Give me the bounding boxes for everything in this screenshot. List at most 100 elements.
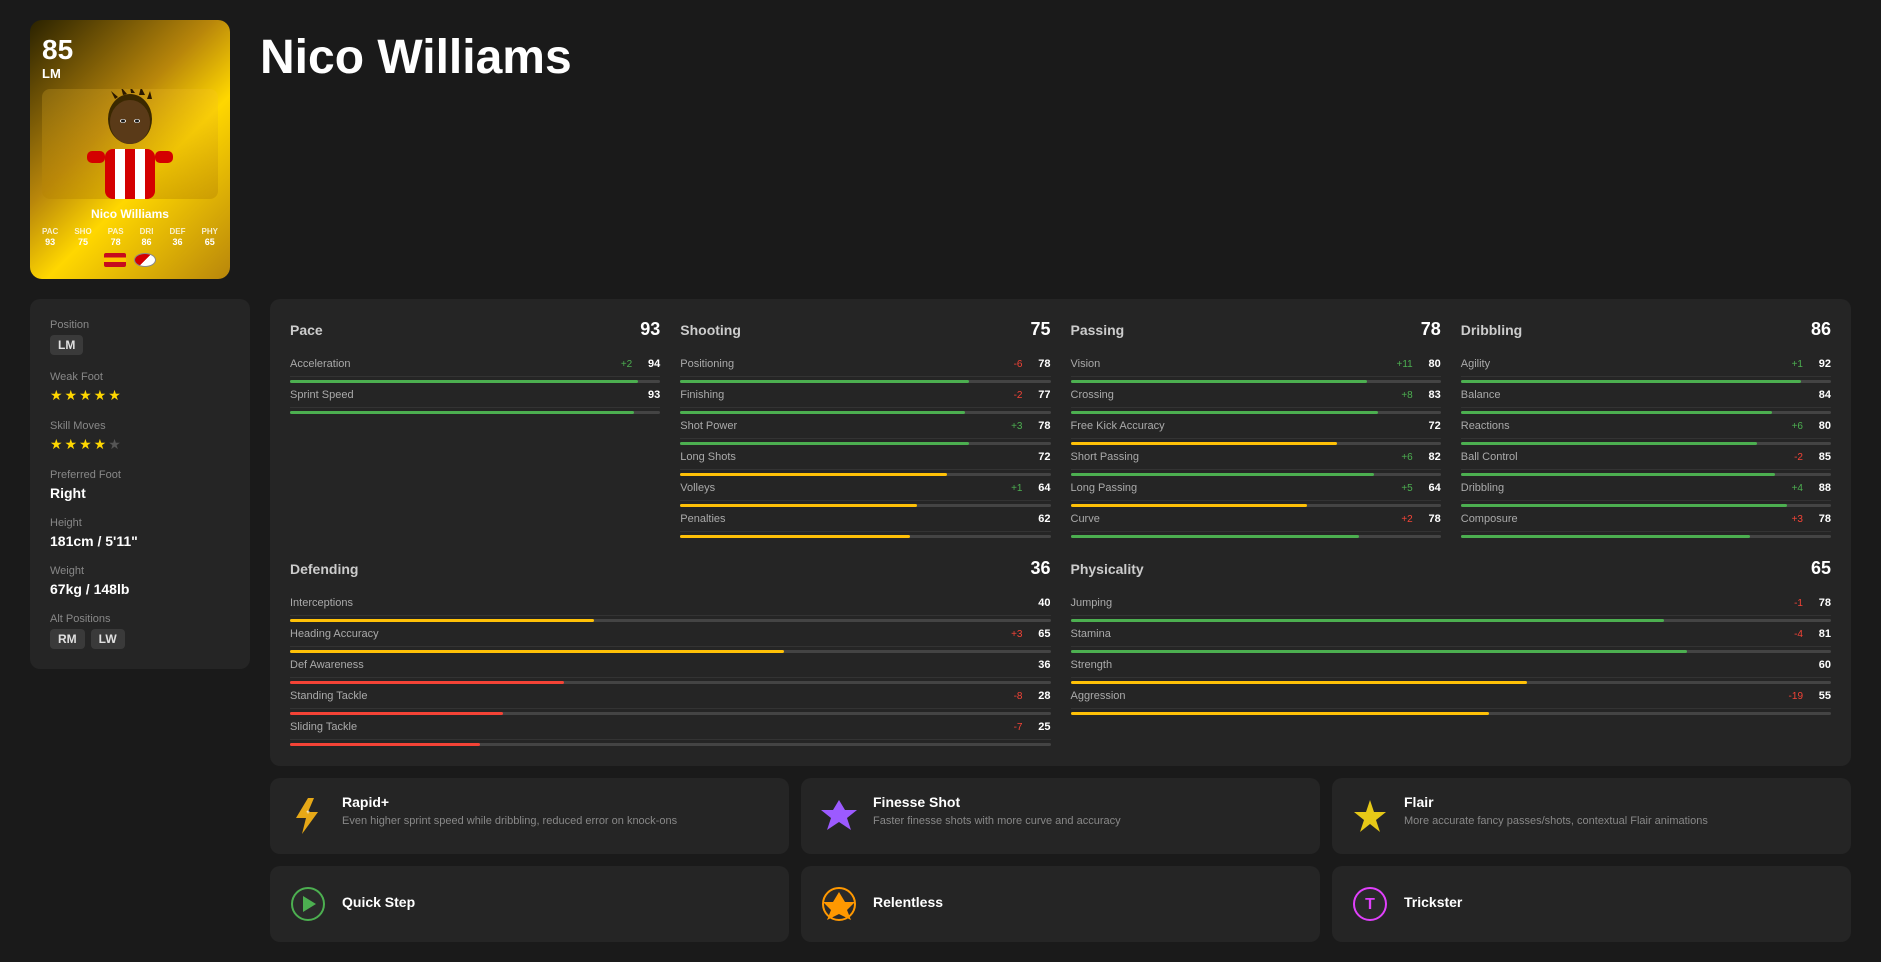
preferred-foot-label: Preferred Foot — [50, 469, 230, 481]
player-name-title: Nico Williams — [260, 20, 1851, 85]
stat-category-passing: Passing 78 Vision +11 80 Crossing +8 83 — [1071, 319, 1441, 538]
height-section: Height 181cm / 5'11" — [50, 517, 230, 549]
stats-categories-bottom: Defending 36 Interceptions 40 Heading Ac… — [290, 558, 1831, 746]
right-panel: Pace 93 Acceleration +2 94 Sprint Speed … — [270, 299, 1851, 942]
rapid-name: Rapid+ — [342, 794, 677, 810]
rapid-desc: Even higher sprint speed while dribbling… — [342, 814, 677, 829]
card-stat-sho: SHO 75 — [74, 227, 91, 249]
stat-row-heading-accuracy: Heading Accuracy +3 65 — [290, 622, 1051, 647]
card-stat-pac: PAC 93 — [42, 227, 58, 249]
stats-categories-top: Pace 93 Acceleration +2 94 Sprint Speed … — [290, 319, 1831, 538]
stat-row-acceleration: Acceleration +2 94 — [290, 352, 660, 377]
page-header: 85 LM — [30, 20, 1851, 279]
stat-row-standing-tackle: Standing Tackle -8 28 — [290, 684, 1051, 709]
club-badge — [134, 253, 156, 267]
defending-title: Defending 36 — [290, 558, 1051, 579]
spain-flag — [104, 253, 126, 267]
card-stats-row: PAC 93 SHO 75 PAS 78 DRI 86 DEF 36 PHY 6… — [42, 227, 218, 249]
flair-name: Flair — [1404, 794, 1708, 810]
finesse-shot-desc: Faster finesse shots with more curve and… — [873, 814, 1121, 829]
stat-category-pace: Pace 93 Acceleration +2 94 Sprint Speed … — [290, 319, 660, 538]
stat-row-strength: Strength 60 — [1071, 653, 1832, 678]
finesse-shot-icon — [817, 794, 861, 838]
position-section: Position LM — [50, 319, 230, 355]
position-badge: LM — [50, 335, 83, 355]
card-position: LM — [42, 66, 218, 81]
card-player-name: Nico Williams — [42, 207, 218, 221]
alt-pos-lw: LW — [91, 629, 125, 649]
stat-row-volleys: Volleys +1 64 — [680, 476, 1050, 501]
stat-row-agility: Agility +1 92 — [1461, 352, 1831, 377]
relentless-icon — [817, 882, 861, 926]
stat-row-vision: Vision +11 80 — [1071, 352, 1441, 377]
skill-moves-stars: ★★★★★ — [50, 436, 230, 453]
pace-title: Pace 93 — [290, 319, 660, 340]
trait-quick-step: Quick Step — [270, 866, 789, 942]
quick-step-icon — [286, 882, 330, 926]
shooting-title: Shooting 75 — [680, 319, 1050, 340]
stat-category-dribbling: Dribbling 86 Agility +1 92 Balance 84 — [1461, 319, 1831, 538]
weak-foot-label: Weak Foot — [50, 371, 230, 383]
stat-category-shooting: Shooting 75 Positioning -6 78 Finishing … — [680, 319, 1050, 538]
alt-positions-label: Alt Positions — [50, 613, 230, 625]
skill-moves-section: Skill Moves ★★★★★ — [50, 420, 230, 453]
player-photo — [42, 89, 218, 199]
traits-section: + Rapid+ Even higher sprint speed while … — [270, 778, 1851, 854]
card-stat-pas: PAS 78 — [108, 227, 124, 249]
stat-row-crossing: Crossing +8 83 — [1071, 383, 1441, 408]
stat-row-stamina: Stamina -4 81 — [1071, 622, 1832, 647]
alt-pos-rm: RM — [50, 629, 85, 649]
trait-flair: Flair More accurate fancy passes/shots, … — [1332, 778, 1851, 854]
stat-row-positioning: Positioning -6 78 — [680, 352, 1050, 377]
main-content: Position LM Weak Foot ★★★★★ Skill Moves … — [30, 299, 1851, 942]
stat-row-balance: Balance 84 — [1461, 383, 1831, 408]
stat-category-physicality: Physicality 65 Jumping -1 78 Stamina -4 … — [1071, 558, 1832, 746]
weight-label: Weight — [50, 565, 230, 577]
stat-row-interceptions: Interceptions 40 — [290, 591, 1051, 616]
position-label: Position — [50, 319, 230, 331]
card-stat-def: DEF 36 — [169, 227, 185, 249]
bottom-traits-section: Quick Step Relentless T T — [270, 866, 1851, 942]
height-label: Height — [50, 517, 230, 529]
stats-grid-top: Pace 93 Acceleration +2 94 Sprint Speed … — [270, 299, 1851, 766]
flair-info: Flair More accurate fancy passes/shots, … — [1404, 794, 1708, 829]
stat-row-aggression: Aggression -19 55 — [1071, 684, 1832, 709]
stat-row-reactions: Reactions +6 80 — [1461, 414, 1831, 439]
info-card: Position LM Weak Foot ★★★★★ Skill Moves … — [30, 299, 250, 669]
quick-step-name: Quick Step — [342, 894, 415, 910]
stat-row-shot-power: Shot Power +3 78 — [680, 414, 1050, 439]
weak-foot-section: Weak Foot ★★★★★ — [50, 371, 230, 404]
stat-row-sprint-speed: Sprint Speed 93 — [290, 383, 660, 408]
preferred-foot-value: Right — [50, 485, 230, 501]
stat-row-jumping: Jumping -1 78 — [1071, 591, 1832, 616]
stat-row-long-shots: Long Shots 72 — [680, 445, 1050, 470]
weight-section: Weight 67kg / 148lb — [50, 565, 230, 597]
weight-value: 67kg / 148lb — [50, 581, 230, 597]
rapid-icon: + — [286, 794, 330, 838]
left-panel: Position LM Weak Foot ★★★★★ Skill Moves … — [30, 299, 250, 942]
stat-row-def-awareness: Def Awareness 36 — [290, 653, 1051, 678]
stat-row-free-kick: Free Kick Accuracy 72 — [1071, 414, 1441, 439]
card-stat-phy: PHY 65 — [202, 227, 218, 249]
alt-positions-badges: RM LW — [50, 629, 230, 649]
stat-category-defending: Defending 36 Interceptions 40 Heading Ac… — [290, 558, 1051, 746]
rapid-info: Rapid+ Even higher sprint speed while dr… — [342, 794, 677, 829]
skill-moves-label: Skill Moves — [50, 420, 230, 432]
trait-relentless: Relentless — [801, 866, 1320, 942]
stat-row-curve: Curve +2 78 — [1071, 507, 1441, 532]
preferred-foot-section: Preferred Foot Right — [50, 469, 230, 501]
weak-foot-stars: ★★★★★ — [50, 387, 230, 404]
player-card: 85 LM — [30, 20, 230, 279]
stat-row-dribbling: Dribbling +4 88 — [1461, 476, 1831, 501]
stat-row-ball-control: Ball Control -2 85 — [1461, 445, 1831, 470]
flair-icon — [1348, 794, 1392, 838]
card-stat-dri: DRI 86 — [140, 227, 154, 249]
dribbling-title: Dribbling 86 — [1461, 319, 1831, 340]
stat-row-sliding-tackle: Sliding Tackle -7 25 — [290, 715, 1051, 740]
trickster-name: Trickster — [1404, 894, 1462, 910]
card-flags — [42, 253, 218, 267]
svg-text:T: T — [1365, 896, 1375, 913]
height-value: 181cm / 5'11" — [50, 533, 230, 549]
flair-desc: More accurate fancy passes/shots, contex… — [1404, 814, 1708, 829]
trait-finesse-shot: Finesse Shot Faster finesse shots with m… — [801, 778, 1320, 854]
